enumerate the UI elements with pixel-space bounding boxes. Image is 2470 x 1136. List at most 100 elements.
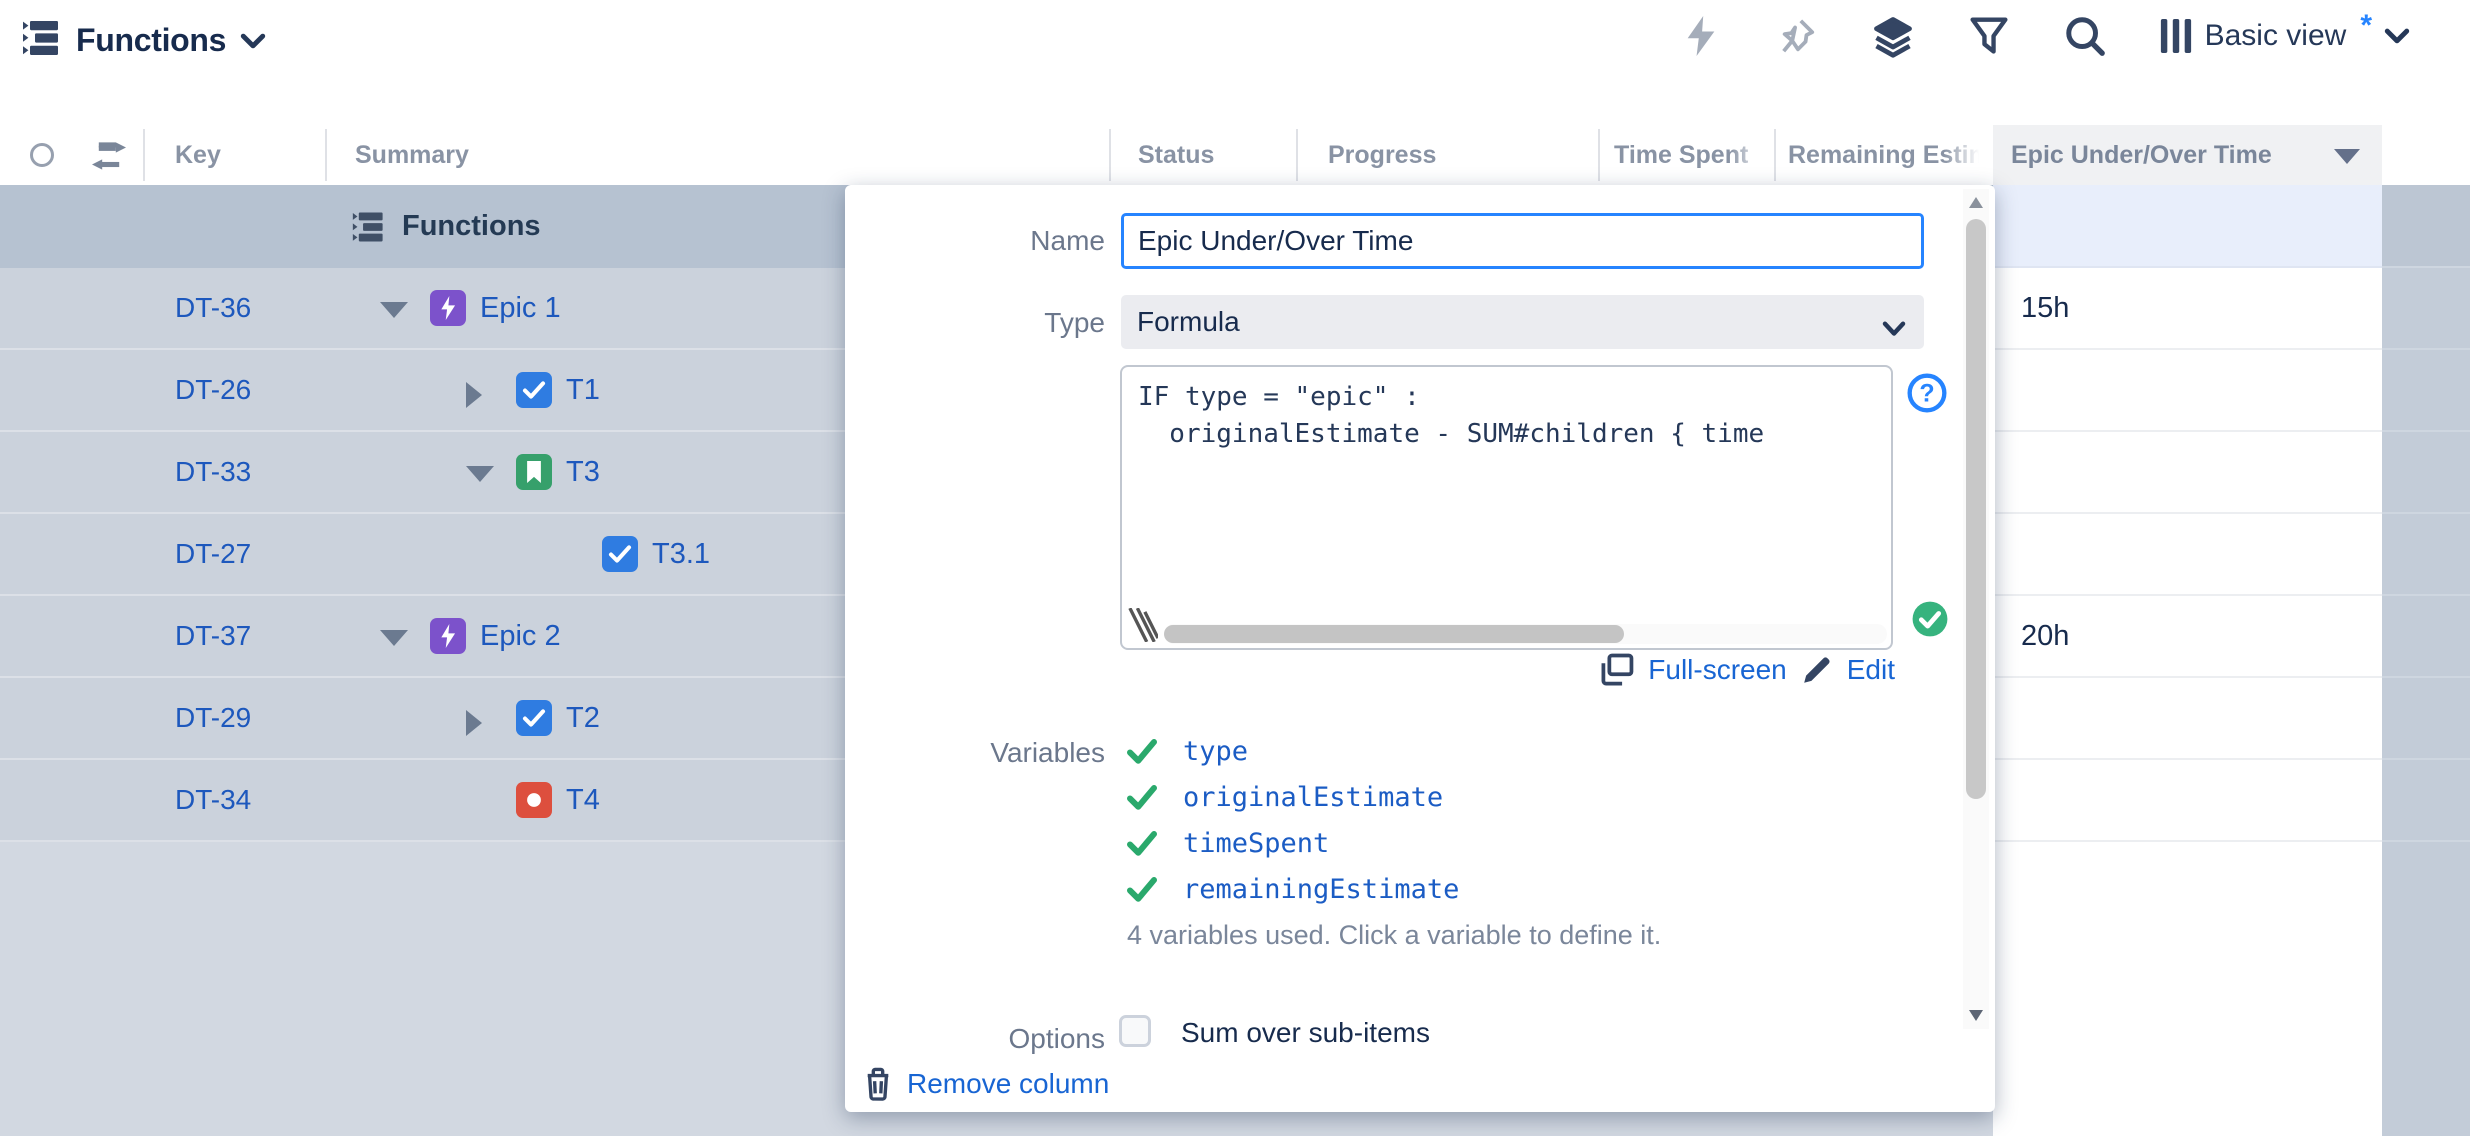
epic-column-group-cell [1993, 185, 2382, 268]
layers-icon[interactable] [1871, 14, 1915, 58]
issue-summary-link[interactable]: Epic 2 [480, 596, 561, 676]
formula-links: Full-screen Edit [1600, 653, 1895, 687]
epic-issue-type-icon [430, 290, 466, 326]
variable-link[interactable]: type [1183, 736, 1248, 767]
formula-hscrollbar[interactable] [1164, 624, 1887, 644]
empty-cell [2382, 596, 2470, 678]
epic-under-over-time-cell [1993, 760, 2382, 842]
empty-cell [2382, 678, 2470, 760]
select-chevron-icon [1882, 321, 1906, 337]
empty-cell [2382, 760, 2470, 842]
search-icon[interactable] [2063, 14, 2107, 58]
variables-note: 4 variables used. Click a variable to de… [1127, 920, 1661, 951]
formula-hscroll-thumb[interactable] [1164, 625, 1624, 643]
issue-summary-link[interactable]: T3 [566, 432, 600, 512]
view-chevron-icon [2384, 27, 2410, 45]
structure-chevron-icon [240, 32, 266, 50]
column-header-summary[interactable]: Summary [355, 125, 469, 185]
sum-over-subitems-checkbox[interactable] [1119, 1015, 1151, 1047]
task-issue-type-icon [516, 700, 552, 736]
help-icon[interactable]: ? [1907, 373, 1947, 418]
epic-under-over-time-cell: 20h [1993, 596, 2382, 678]
issue-summary-link[interactable]: T1 [566, 350, 600, 430]
view-name: Basic view [2205, 19, 2347, 53]
variable-check-icon [1127, 737, 1157, 765]
issue-summary-link[interactable]: T2 [566, 678, 600, 758]
column-config-dialog: Name Type Formula IF type = "epic" : ori… [845, 185, 1995, 1112]
issue-summary-link[interactable]: T3.1 [652, 514, 710, 594]
columns-icon [2159, 16, 2193, 56]
fullscreen-link[interactable]: Full-screen [1648, 654, 1786, 686]
column-header-epic-under-over-time[interactable]: Epic Under/Over Time [1993, 125, 2382, 185]
issue-key-link[interactable]: DT-29 [175, 678, 251, 758]
structure-icon [22, 18, 62, 63]
issue-summary-link[interactable]: T4 [566, 760, 600, 840]
dialog-scroll-thumb[interactable] [1966, 219, 1986, 799]
task-issue-type-icon [602, 536, 638, 572]
text-fade [2271, 125, 2315, 185]
filter-icon[interactable] [1967, 14, 2011, 58]
issue-key-link[interactable]: DT-37 [175, 596, 251, 676]
empty-cell [2382, 514, 2470, 596]
column-separator [1598, 129, 1600, 181]
collapse-arrow-icon[interactable] [380, 302, 408, 318]
toolbar-actions: Basic view* [1679, 14, 2410, 58]
structure-app: Functions Basic view* [0, 0, 2470, 1136]
scroll-down-icon[interactable] [1969, 1010, 1983, 1021]
column-header-progress[interactable]: Progress [1328, 125, 1436, 185]
column-menu-arrow-icon[interactable] [2334, 149, 2360, 164]
column-header-key[interactable]: Key [175, 125, 221, 185]
select-all-icon[interactable] [30, 143, 54, 167]
variable-row: remainingEstimate [1127, 869, 1459, 909]
formula-editor[interactable]: IF type = "epic" : originalEstimate - SU… [1120, 365, 1893, 650]
empty-cell [2382, 432, 2470, 514]
issue-key-link[interactable]: DT-36 [175, 268, 251, 348]
variable-link[interactable]: timeSpent [1183, 828, 1329, 859]
pin-icon[interactable] [1775, 14, 1819, 58]
remove-column-action[interactable]: Remove column [863, 1067, 1109, 1101]
column-header-status[interactable]: Status [1138, 125, 1214, 185]
expand-arrow-icon[interactable] [466, 710, 482, 736]
remove-column-link[interactable]: Remove column [907, 1068, 1109, 1100]
edit-pencil-icon [1801, 654, 1833, 686]
structure-title: Functions [76, 22, 226, 59]
fullscreen-icon [1600, 653, 1634, 687]
automation-lightning-icon[interactable] [1679, 14, 1723, 58]
collapse-arrow-icon[interactable] [466, 466, 494, 482]
variable-row: timeSpent [1127, 823, 1329, 863]
column-type-value: Formula [1137, 306, 1240, 338]
empty-cell [2382, 350, 2470, 432]
issue-key-link[interactable]: DT-26 [175, 350, 251, 430]
trash-icon [863, 1067, 893, 1101]
epic-under-over-time-cell [1993, 678, 2382, 760]
epic-under-over-time-cell [1993, 350, 2382, 432]
empty-cell [2382, 268, 2470, 350]
collapse-arrow-icon[interactable] [380, 630, 408, 646]
variable-row: type [1127, 731, 1248, 771]
scroll-up-icon[interactable] [1969, 197, 1983, 208]
edit-link[interactable]: Edit [1847, 654, 1895, 686]
variable-link[interactable]: remainingEstimate [1183, 874, 1459, 905]
column-separator [1774, 129, 1776, 181]
column-type-select[interactable]: Formula [1121, 295, 1924, 349]
issue-key-link[interactable]: DT-34 [175, 760, 251, 840]
issue-key-link[interactable]: DT-27 [175, 514, 251, 594]
view-switcher[interactable]: Basic view* [2159, 16, 2410, 56]
issue-summary-link[interactable]: Epic 1 [480, 268, 561, 348]
grid-overflow-area [2382, 185, 2470, 1136]
options-label: Options [945, 1023, 1105, 1055]
expand-arrow-icon[interactable] [466, 382, 482, 408]
story-issue-type-icon [516, 454, 552, 490]
dialog-scrollbar[interactable] [1963, 189, 1989, 1029]
group-label: Functions [402, 210, 541, 243]
text-fade [1944, 125, 1988, 185]
transformations-swap-icon[interactable] [92, 141, 126, 176]
epic-under-over-time-cell [1993, 432, 2382, 514]
column-name-input[interactable] [1121, 213, 1924, 269]
resize-grip-icon[interactable] [1128, 608, 1158, 642]
epic-column-strip: 15h20h [1993, 185, 2382, 1136]
task-issue-type-icon [516, 372, 552, 408]
issue-key-link[interactable]: DT-33 [175, 432, 251, 512]
variable-link[interactable]: originalEstimate [1183, 782, 1443, 813]
structure-selector[interactable]: Functions [22, 18, 266, 63]
